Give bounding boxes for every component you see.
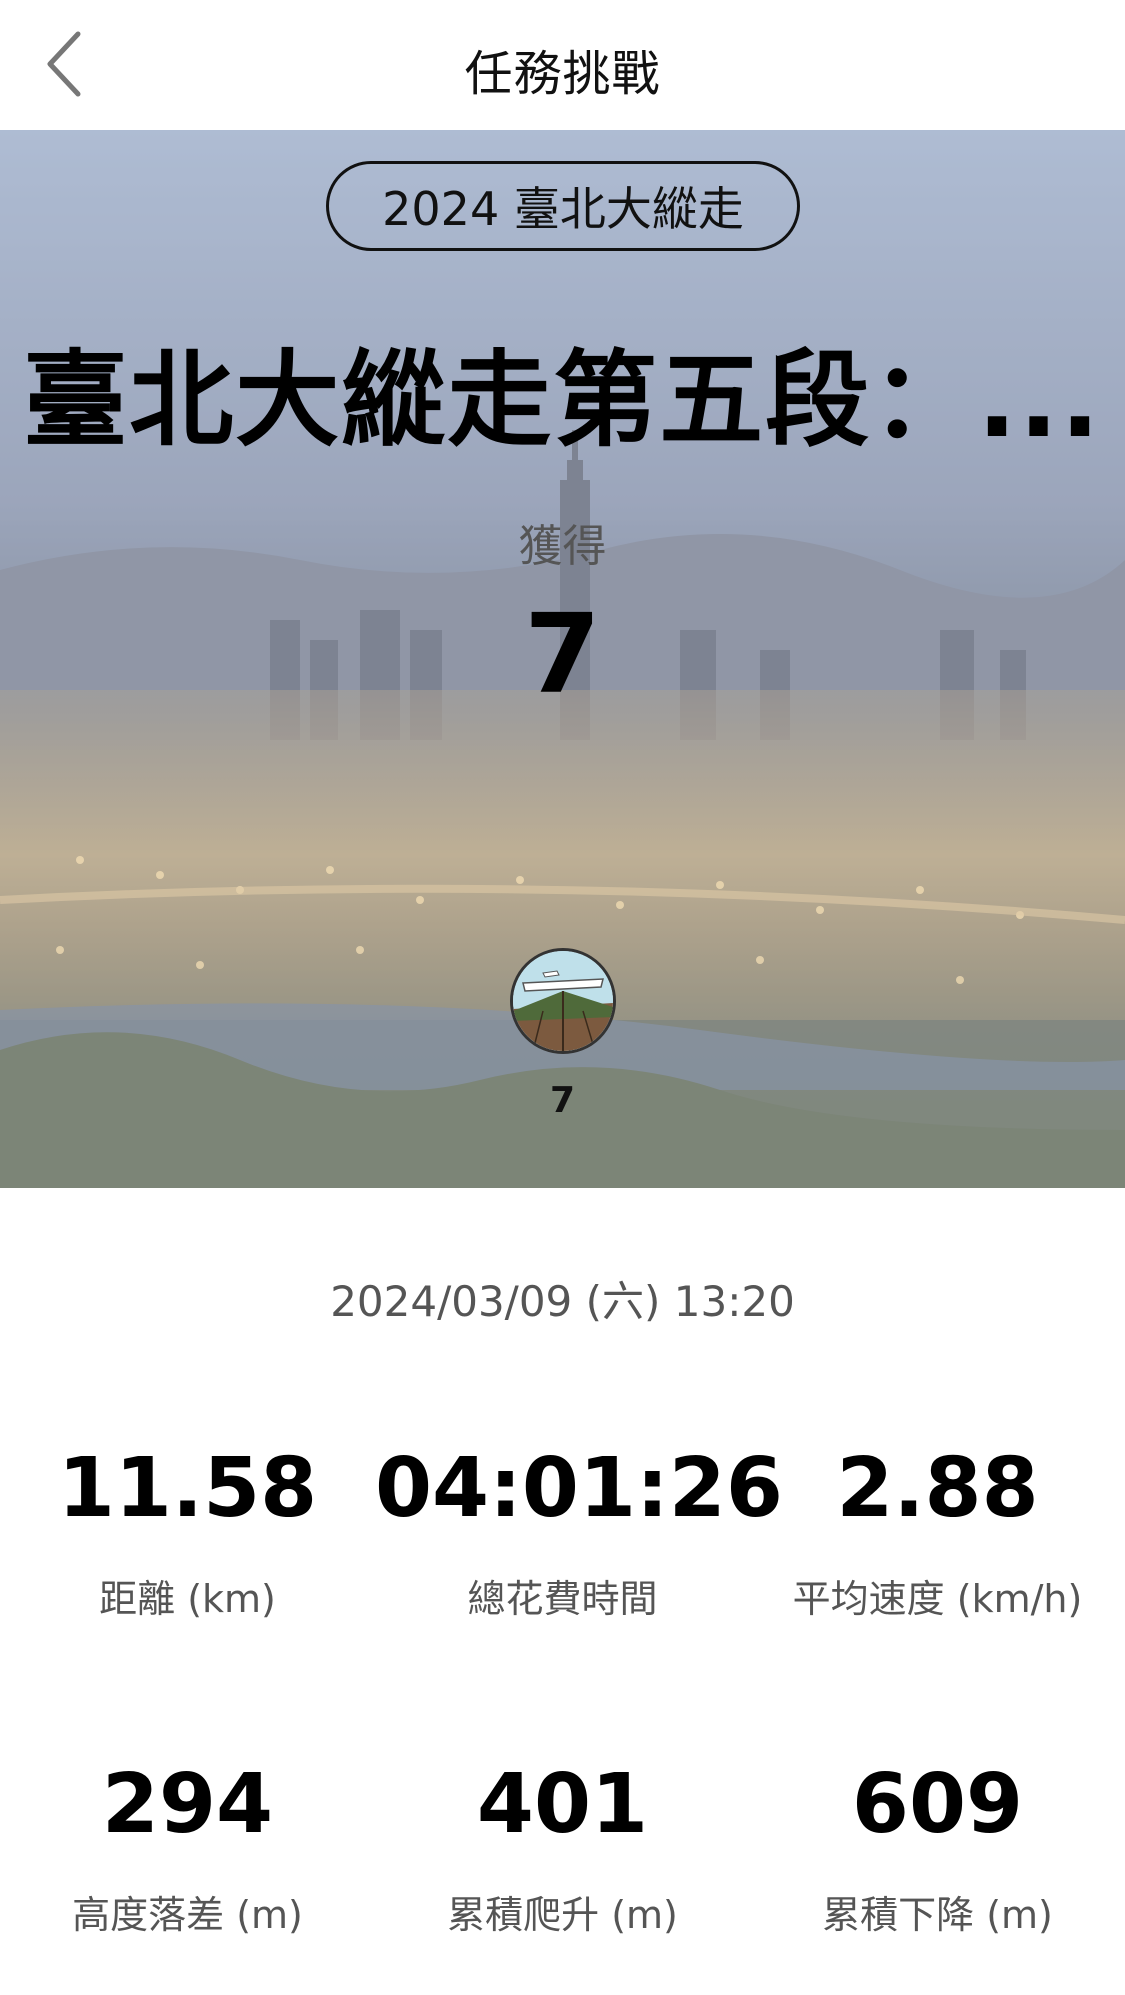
stat-total-descent: 609 累積下降 (m) <box>750 1764 1125 1939</box>
stat-value: 11.58 <box>57 1441 318 1536</box>
stat-label: 總花費時間 <box>467 1577 658 1621</box>
stat-value: 294 <box>101 1757 274 1852</box>
event-tag: 2024 臺北大縱走 <box>326 161 800 251</box>
stat-value: 609 <box>851 1757 1024 1852</box>
stat-distance: 11.58 距離 (km) <box>0 1448 375 1623</box>
stat-label: 距離 (km) <box>99 1577 276 1621</box>
stat-average-speed: 2.88 平均速度 (km/h) <box>750 1448 1125 1623</box>
page-title: 任務挑戰 <box>464 46 661 102</box>
badge-count: 7 <box>549 1080 576 1121</box>
stat-label: 高度落差 (m) <box>72 1893 303 1937</box>
mission-hero-banner: 2024 臺北大縱走 臺北大縱走第五段：... 獲得 7 7 <box>0 130 1125 1188</box>
activity-datetime: 2024/03/09 (六) 13:20 <box>330 1277 795 1326</box>
stat-value: 04:01:26 <box>375 1441 783 1536</box>
mission-title: 臺北大縱走第五段：... <box>23 339 1102 461</box>
stat-label: 累積爬升 (m) <box>447 1893 678 1937</box>
stat-value: 2.88 <box>836 1441 1039 1536</box>
stat-elevation-difference: 294 高度落差 (m) <box>0 1764 375 1939</box>
top-navigation-bar: 任務挑戰 <box>0 0 1125 130</box>
stat-total-time: 04:01:26 總花費時間 <box>375 1441 783 1623</box>
earned-label: 獲得 <box>518 521 607 572</box>
earned-value: 7 <box>524 590 601 718</box>
stat-label: 平均速度 (km/h) <box>792 1577 1083 1621</box>
stat-total-ascent: 401 累積爬升 (m) <box>375 1764 750 1939</box>
stat-label: 累積下降 (m) <box>822 1893 1053 1937</box>
badge-icon[interactable] <box>510 948 616 1054</box>
stat-value: 401 <box>476 1757 649 1852</box>
